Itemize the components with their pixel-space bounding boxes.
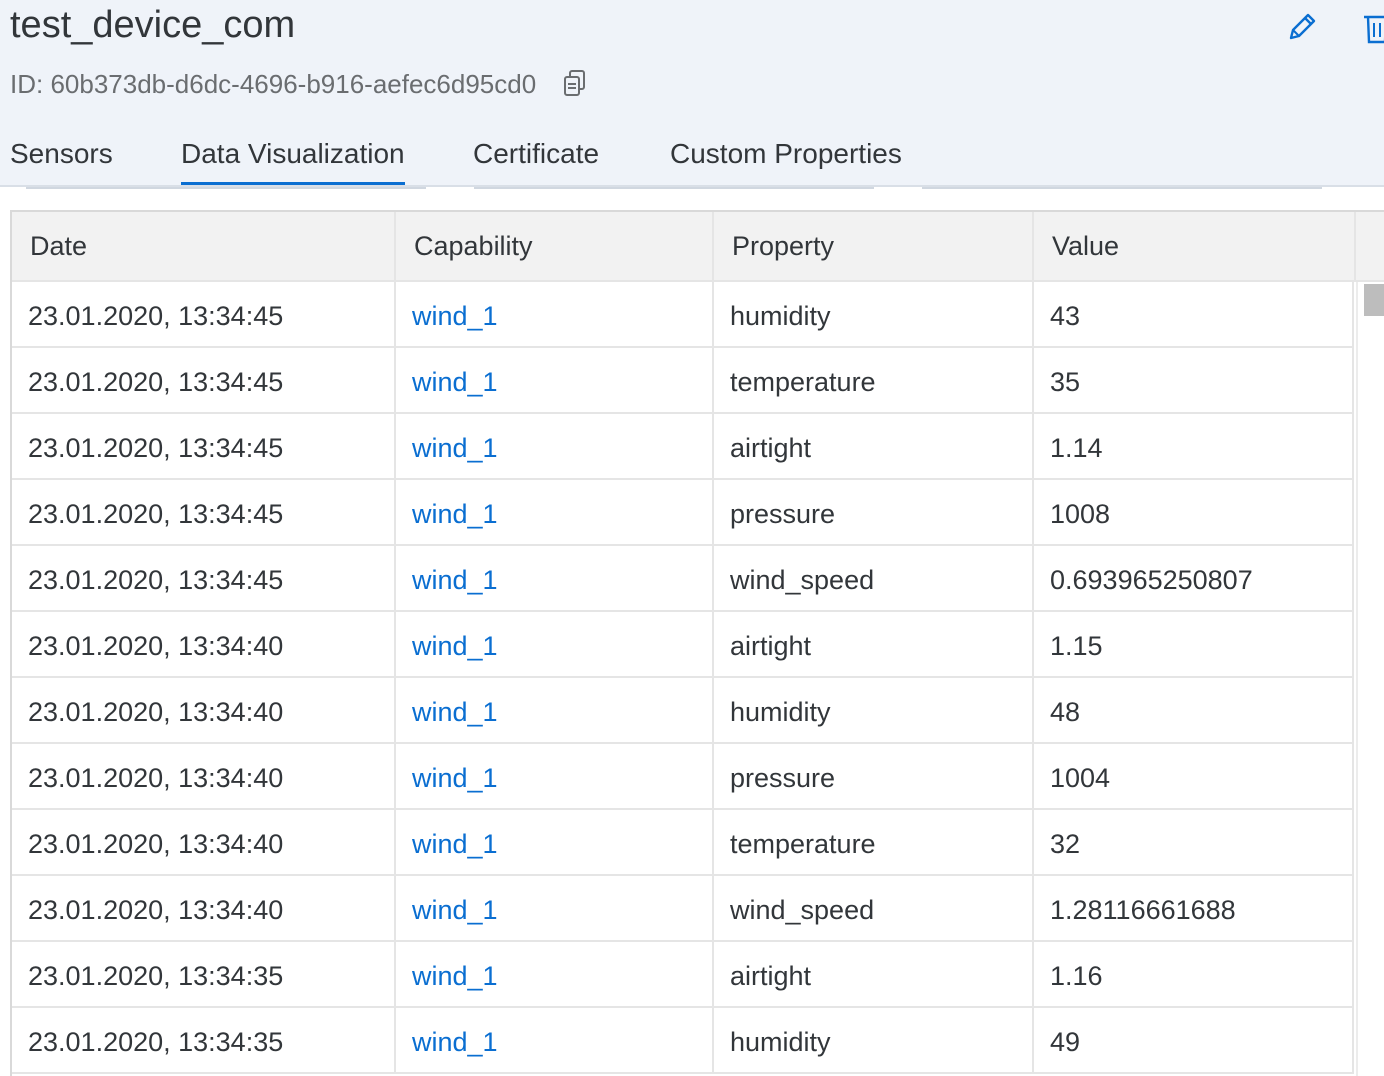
table-row[interactable]: 23.01.2020, 13:34:45 wind_1 pressure 1008 <box>12 480 1354 546</box>
capability-link[interactable]: wind_1 <box>396 876 714 940</box>
table-row[interactable]: 23.01.2020, 13:34:40 wind_1 temperature 32 <box>12 810 1354 876</box>
pencil-icon[interactable] <box>1286 10 1318 44</box>
table-row[interactable]: 23.01.2020, 13:34:45 wind_1 humidity 43 <box>12 282 1354 348</box>
property-cell: humidity <box>714 1008 1034 1072</box>
value-cell: 32 <box>1034 810 1354 874</box>
date-cell: 23.01.2020, 13:34:40 <box>12 876 396 940</box>
table-row[interactable]: 23.01.2020, 13:34:40 wind_1 airtight 1.15 <box>12 612 1354 678</box>
capability-link[interactable]: wind_1 <box>396 480 714 544</box>
date-cell: 23.01.2020, 13:34:40 <box>12 612 396 676</box>
device-id-line: ID: 60b373db-d6dc-4696-b916-aefec6d95cd0 <box>10 66 588 102</box>
device-title: test_device_com <box>10 4 296 46</box>
table-row[interactable]: 23.01.2020, 13:34:45 wind_1 airtight 1.14 <box>12 414 1354 480</box>
table-row[interactable]: 23.01.2020, 13:34:40 wind_1 wind_speed 1.28… <box>12 876 1354 942</box>
tab-custom-properties[interactable]: Custom Properties <box>670 134 902 174</box>
date-cell: 23.01.2020, 13:34:45 <box>12 282 396 346</box>
column-header-value[interactable]: Value <box>1034 212 1356 280</box>
value-cell: 1.14 <box>1034 414 1354 478</box>
capability-link[interactable]: wind_1 <box>396 678 714 742</box>
tab-sensors[interactable]: Sensors <box>10 134 113 174</box>
value-cell: 0.693965250807 <box>1034 546 1354 610</box>
property-cell: pressure <box>714 480 1034 544</box>
tab-bar: Sensors Data Visualization Certificate C… <box>0 130 1384 186</box>
table-row[interactable]: 23.01.2020, 13:34:35 wind_1 airtight 1.16 <box>12 942 1354 1008</box>
property-cell: temperature <box>714 810 1034 874</box>
capability-link[interactable]: wind_1 <box>396 282 714 346</box>
scrollbar-thumb[interactable] <box>1364 284 1384 316</box>
property-cell: temperature <box>714 348 1034 412</box>
capability-link[interactable]: wind_1 <box>396 942 714 1006</box>
capability-link[interactable]: wind_1 <box>396 414 714 478</box>
value-cell: 1008 <box>1034 480 1354 544</box>
value-cell: 35 <box>1034 348 1354 412</box>
value-cell: 48 <box>1034 678 1354 742</box>
capability-link[interactable]: wind_1 <box>396 546 714 610</box>
property-cell: airtight <box>714 942 1034 1006</box>
capability-link[interactable]: wind_1 <box>396 810 714 874</box>
trash-icon[interactable] <box>1362 10 1384 46</box>
column-header-property[interactable]: Property <box>714 212 1034 280</box>
date-cell: 23.01.2020, 13:34:35 <box>12 1008 396 1072</box>
value-cell: 1.16 <box>1034 942 1354 1006</box>
data-table: Date Capability Property Value 23.01.202… <box>10 210 1384 1076</box>
column-header-capability[interactable]: Capability <box>396 212 714 280</box>
date-cell: 23.01.2020, 13:34:45 <box>12 480 396 544</box>
date-cell: 23.01.2020, 13:34:45 <box>12 348 396 412</box>
capability-link[interactable]: wind_1 <box>396 1008 714 1072</box>
capability-link[interactable]: wind_1 <box>396 348 714 412</box>
date-cell: 23.01.2020, 13:34:40 <box>12 744 396 808</box>
property-cell: humidity <box>714 282 1034 346</box>
value-cell: 1.15 <box>1034 612 1354 676</box>
table-row[interactable]: 23.01.2020, 13:34:45 wind_1 temperature 35 <box>12 348 1354 414</box>
table-row[interactable]: 23.01.2020, 13:34:40 wind_1 pressure 1004 <box>12 744 1354 810</box>
property-cell: wind_speed <box>714 546 1034 610</box>
date-cell: 23.01.2020, 13:34:45 <box>12 546 396 610</box>
header-divider-segment <box>26 187 426 189</box>
property-cell: airtight <box>714 414 1034 478</box>
capability-link[interactable]: wind_1 <box>396 612 714 676</box>
copy-icon[interactable] <box>562 69 588 99</box>
table-row[interactable]: 23.01.2020, 13:34:35 wind_1 humidity 49 <box>12 1008 1354 1074</box>
vertical-scrollbar[interactable] <box>1356 282 1384 1076</box>
property-cell: pressure <box>714 744 1034 808</box>
header-divider-segment <box>474 187 874 189</box>
column-header-date[interactable]: Date <box>12 212 396 280</box>
property-cell: humidity <box>714 678 1034 742</box>
date-cell: 23.01.2020, 13:34:35 <box>12 942 396 1006</box>
date-cell: 23.01.2020, 13:34:45 <box>12 414 396 478</box>
property-cell: wind_speed <box>714 876 1034 940</box>
device-id: ID: 60b373db-d6dc-4696-b916-aefec6d95cd0 <box>10 69 537 99</box>
date-cell: 23.01.2020, 13:34:40 <box>12 810 396 874</box>
tab-certificate[interactable]: Certificate <box>473 134 599 174</box>
table-header: Date Capability Property Value <box>12 212 1384 282</box>
tab-data-visualization[interactable]: Data Visualization <box>181 134 405 186</box>
header-divider-segment <box>922 187 1322 189</box>
table-row[interactable]: 23.01.2020, 13:34:40 wind_1 humidity 48 <box>12 678 1354 744</box>
date-cell: 23.01.2020, 13:34:40 <box>12 678 396 742</box>
property-cell: airtight <box>714 612 1034 676</box>
value-cell: 1004 <box>1034 744 1354 808</box>
capability-link[interactable]: wind_1 <box>396 744 714 808</box>
table-row[interactable]: 23.01.2020, 13:34:45 wind_1 wind_speed 0.69… <box>12 546 1354 612</box>
value-cell: 49 <box>1034 1008 1354 1072</box>
value-cell: 43 <box>1034 282 1354 346</box>
object-page-header: test_device_com ID: 60b373db-d6dc-4696-b… <box>0 0 1384 186</box>
value-cell: 1.28116661688 <box>1034 876 1354 940</box>
